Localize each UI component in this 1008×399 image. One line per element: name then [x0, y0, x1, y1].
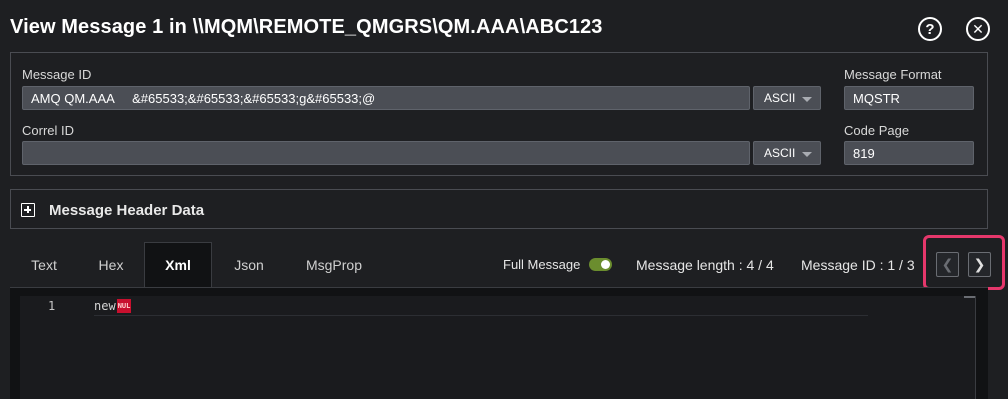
help-icon[interactable]: ?	[918, 17, 942, 41]
editor-content-area[interactable]: 1 new NUL	[20, 296, 976, 399]
code-line-text[interactable]: new NUL	[94, 299, 132, 313]
code-page-label: Code Page	[844, 123, 910, 138]
line-number: 1	[48, 299, 56, 313]
message-id-label: Message ID	[22, 67, 92, 82]
full-message-toggle[interactable]	[589, 258, 612, 271]
editor-scrollbar[interactable]	[975, 296, 976, 399]
chevron-right-icon: ❯	[973, 256, 986, 272]
chevron-down-icon	[802, 152, 812, 157]
message-id-position-text: Message ID : 1 / 3	[801, 257, 915, 273]
toggle-knob	[601, 260, 610, 269]
nul-control-char-badge: NUL	[116, 299, 132, 313]
message-fields-panel: Message ID AMQ QM.AAA &#65533;&#65533;&#…	[10, 52, 988, 176]
message-length-text: Message length : 4 / 4	[636, 257, 774, 273]
dialog-title: View Message 1 in \\MQM\REMOTE_QMGRS\QM.…	[10, 16, 603, 38]
tab-xml[interactable]: Xml	[144, 242, 212, 287]
tab-msgprop[interactable]: MsgProp	[288, 242, 380, 287]
tab-json[interactable]: Json	[218, 242, 280, 287]
current-line-highlight	[94, 315, 868, 316]
tab-text[interactable]: Text	[16, 242, 72, 287]
xml-editor[interactable]: 1 new NUL	[10, 287, 988, 399]
message-id-encoding-value: ASCII	[764, 91, 796, 105]
correl-id-label: Correl ID	[22, 123, 75, 138]
code-text-value: new	[94, 299, 116, 313]
message-header-data-section[interactable]: Message Header Data	[10, 189, 988, 229]
tab-hex[interactable]: Hex	[78, 242, 144, 287]
full-message-label: Full Message	[503, 257, 581, 272]
chevron-left-icon: ❮	[941, 256, 954, 272]
message-header-data-label: Message Header Data	[49, 202, 205, 219]
chevron-down-icon	[802, 97, 812, 102]
correl-id-field[interactable]	[22, 141, 750, 165]
editor-line: 1 new NUL	[20, 296, 976, 316]
message-id-field[interactable]: AMQ QM.AAA &#65533;&#65533;&#65533;g&#65…	[22, 86, 750, 110]
close-icon[interactable]: ✕	[966, 17, 990, 41]
message-format-label: Message Format	[844, 67, 942, 82]
message-format-field[interactable]: MQSTR	[844, 86, 974, 110]
expand-plus-icon[interactable]	[21, 203, 35, 217]
correl-id-encoding-value: ASCII	[764, 146, 796, 160]
message-id-encoding-select[interactable]: ASCII	[753, 86, 821, 110]
code-page-field[interactable]: 819	[844, 141, 974, 165]
previous-message-button[interactable]: ❮	[936, 252, 959, 277]
dialog-titlebar: View Message 1 in \\MQM\REMOTE_QMGRS\QM.…	[0, 0, 1008, 56]
correl-id-encoding-select[interactable]: ASCII	[753, 141, 821, 165]
next-message-button[interactable]: ❯	[968, 252, 991, 277]
